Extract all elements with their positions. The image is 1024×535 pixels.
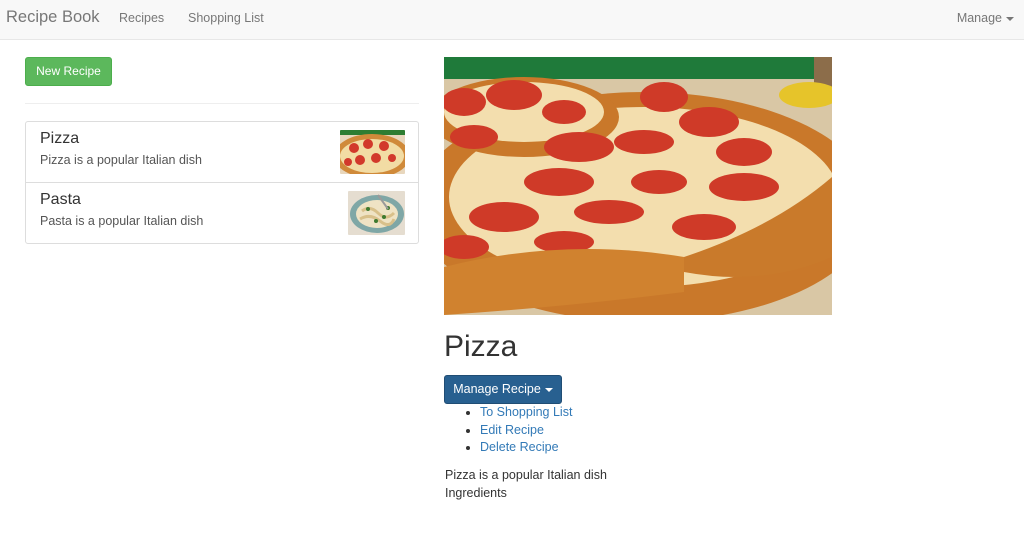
recipe-name: Pasta — [40, 191, 81, 208]
recipe-description: Pizza is a popular Italian dish — [40, 153, 202, 167]
nav-recipes[interactable]: Recipes — [119, 11, 164, 25]
brand-link[interactable]: Recipe Book — [6, 8, 100, 27]
nav-manage-dropdown[interactable]: Manage — [957, 11, 1014, 25]
navbar: Recipe Book Recipes Shopping List Manage — [0, 0, 1024, 40]
recipe-name: Pizza — [40, 130, 80, 147]
divider — [25, 103, 419, 104]
pizza-thumbnail — [340, 130, 405, 174]
to-shopping-list-link[interactable]: To Shopping List — [480, 405, 572, 419]
recipe-list-item[interactable]: Pasta Pasta is a popular Italian dish — [25, 182, 419, 244]
recipe-image — [444, 57, 832, 315]
recipe-list-item[interactable]: Pizza Pizza is a popular Italian dish — [25, 121, 419, 183]
menu-item: Delete Recipe — [480, 439, 572, 457]
recipe-description: Pizza is a popular Italian dish — [445, 468, 607, 482]
ingredients-label: Ingredients — [445, 486, 507, 500]
caret-down-icon — [1006, 16, 1014, 21]
delete-recipe-link[interactable]: Delete Recipe — [480, 440, 559, 454]
manage-recipe-label: Manage Recipe — [453, 382, 541, 396]
manage-recipe-menu: To Shopping List Edit Recipe Delete Reci… — [470, 404, 572, 457]
caret-down-icon — [544, 387, 553, 392]
recipe-details: Pizza is a popular Italian dish Ingredie… — [445, 466, 607, 502]
menu-item: Edit Recipe — [480, 422, 572, 440]
recipe-description: Pasta is a popular Italian dish — [40, 214, 204, 228]
manage-label: Manage — [956, 11, 1002, 25]
nav-shopping-list[interactable]: Shopping List — [188, 11, 264, 25]
new-recipe-button[interactable]: New Recipe — [25, 57, 112, 86]
pasta-thumbnail — [348, 191, 405, 235]
menu-item: To Shopping List — [480, 404, 572, 422]
recipe-list: Pizza Pizza is a popular Italian dish Pa… — [25, 121, 419, 244]
recipe-title: Pizza — [444, 330, 518, 363]
manage-recipe-button[interactable]: Manage Recipe — [444, 375, 562, 404]
edit-recipe-link[interactable]: Edit Recipe — [480, 423, 544, 437]
